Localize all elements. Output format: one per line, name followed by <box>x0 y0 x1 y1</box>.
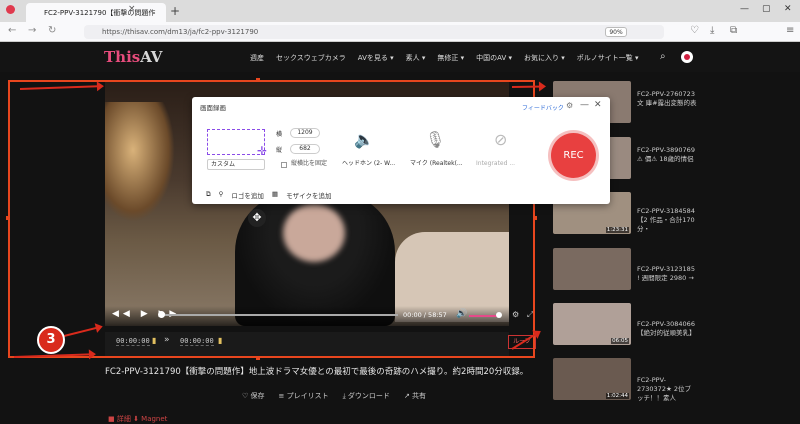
maximize-button[interactable]: ▢ <box>762 4 771 14</box>
sidebar-title[interactable]: FC2-PPV-3890769 ⚠ 價⚠ 18歳的情侶 <box>637 146 697 164</box>
add-logo-button[interactable]: ロゴを追加 <box>231 190 264 200</box>
aspect-lock-label: 縦横比を固定 <box>291 160 328 167</box>
resize-handle[interactable] <box>533 216 537 220</box>
share-button[interactable]: ↗ 共有 <box>404 391 426 401</box>
recorder-minimize-icon[interactable]: — <box>580 100 589 110</box>
download-icon[interactable]: ⤓ <box>710 25 714 36</box>
feedback-link[interactable]: フィードバック <box>522 103 564 112</box>
nav-item[interactable]: セックスウェブカメラ <box>276 53 346 63</box>
nav-item[interactable]: お気に入り ▾ <box>524 53 565 63</box>
move-handle-icon[interactable]: ✥ <box>248 209 266 227</box>
avatar[interactable] <box>681 51 693 63</box>
shield-icon[interactable]: ♡ <box>690 25 699 36</box>
duration-badge: 1:23:31 <box>605 227 629 233</box>
reload-icon[interactable]: ↻ <box>48 25 56 36</box>
resize-handle[interactable] <box>256 356 260 360</box>
save-button[interactable]: ♡ 保存 <box>242 391 265 401</box>
detail-tabs[interactable]: ■ 詳細 ⬇ Magnet <box>108 414 167 424</box>
mosaic-icon[interactable]: ▦ <box>272 190 278 200</box>
sidebar-title[interactable]: FC2-PPV-2760723 文 庫#露出変態的表 <box>637 90 697 108</box>
video-title: FC2-PPV-3121790【衝撃の問題作】地上波ドラマ女優との最初で最後の奇… <box>105 367 529 377</box>
download-button[interactable]: ⤓ ダウンロード <box>343 391 390 401</box>
camera-off-icon[interactable]: ⊘ <box>494 130 507 149</box>
sidebar-title[interactable]: FC2-PPV-3184584【2 作品・合計170分・ <box>637 207 697 234</box>
tab-title: FC2-PPV-3121790【衝撃の問題作 <box>44 8 156 17</box>
sidebar-title[interactable]: FC2-PPV-2730372★ 2位ブッチ！！素人 <box>637 376 697 403</box>
speaker-icon[interactable]: 🔈 <box>354 130 374 149</box>
zoom-indicator[interactable]: 90% <box>605 27 627 37</box>
sidebar-title[interactable]: FC2-PPV-3084066 【絶対的従順美乳】 <box>637 320 697 338</box>
crosshair-icon: ✛ <box>257 144 268 158</box>
nav-item[interactable]: 素人 ▾ <box>406 53 426 63</box>
callout-arrow <box>511 85 545 88</box>
sidebar-thumb[interactable] <box>553 248 631 290</box>
playlist-button[interactable]: ≡ プレイリスト <box>279 391 329 401</box>
menu-icon[interactable]: ≡ <box>786 25 794 36</box>
microphone-icon[interactable]: 🎙 <box>425 130 445 149</box>
video-actions: ♡ 保存 ≡ プレイリスト ⤓ ダウンロード ↗ 共有 <box>242 391 426 401</box>
resize-handle[interactable] <box>256 78 260 82</box>
main-nav: 週産 セックスウェブカメラ AVを見る ▾ 素人 ▾ 無修正 ▾ 中国のAV ▾… <box>250 53 639 63</box>
nav-item[interactable]: ポルノサイト一覧 ▾ <box>577 53 639 63</box>
sidebar-thumb[interactable]: 1:02:44 <box>553 358 631 400</box>
sidebar-thumb[interactable]: 06:05 <box>553 303 631 345</box>
logo-part-a: This <box>104 48 141 66</box>
aspect-lock-checkbox[interactable] <box>281 162 287 168</box>
extensions-icon[interactable]: ⧉ <box>730 25 737 36</box>
width-input[interactable]: 1209 <box>290 128 320 138</box>
nav-item[interactable]: 無修正 ▾ <box>437 53 464 63</box>
callout-number: 3 <box>37 326 65 354</box>
forward-icon[interactable]: → <box>28 25 36 36</box>
nav-item[interactable]: 中国のAV ▾ <box>476 53 512 63</box>
nav-item[interactable]: AVを見る ▾ <box>358 53 394 63</box>
sidebar-title[interactable]: FC2-PPV-3123185 ! 週間限定 2980 → <box>637 265 697 283</box>
duration-badge: 06:05 <box>611 338 629 344</box>
recorder-settings-icon[interactable]: ⚙ <box>566 101 573 110</box>
tab-favicon-icon <box>6 5 15 14</box>
recorder-close-icon[interactable]: ✕ <box>594 100 602 110</box>
logo-part-b: AV <box>140 48 163 66</box>
resize-handle[interactable] <box>6 216 10 220</box>
search-icon[interactable]: ⌕ <box>660 51 666 62</box>
microphone-select[interactable]: マイク (Realtek(... <box>410 158 463 170</box>
site-logo[interactable]: ThisAV <box>104 48 162 66</box>
url-input[interactable]: https://thisav.com/dm13/ja/fc2-ppv-31217… <box>84 25 664 39</box>
preset-select[interactable]: カスタム <box>207 159 265 170</box>
recorder-title: 画面録画 <box>200 104 226 112</box>
back-icon[interactable]: ← <box>8 25 16 36</box>
screenshot-icon[interactable]: ⧉ <box>206 190 211 200</box>
camera-select[interactable]: Integrated ... <box>476 158 515 170</box>
duration-badge: 1:02:44 <box>605 393 629 399</box>
new-tab-button[interactable]: + <box>170 4 180 18</box>
browser-tab[interactable]: FC2-PPV-3121790【衝撃の問題作 <box>26 3 166 22</box>
speaker-select[interactable]: ヘッドホン (2- W... <box>342 158 395 170</box>
height-input[interactable]: 682 <box>290 144 320 154</box>
close-window-button[interactable]: ✕ <box>784 4 792 14</box>
nav-item[interactable]: 週産 <box>250 53 264 63</box>
recorder-tools: ⧉ ⚲ ロゴを追加 ▦ モザイクを追加 <box>206 190 331 200</box>
record-button[interactable]: REC <box>551 133 596 178</box>
width-label: 横 <box>276 131 283 138</box>
tab-close-icon[interactable]: × <box>128 4 136 14</box>
logo-tool-icon[interactable]: ⚲ <box>219 190 224 200</box>
height-label: 縦 <box>276 147 283 154</box>
add-mosaic-button[interactable]: モザイクを追加 <box>286 190 331 200</box>
minimize-button[interactable]: — <box>740 4 749 14</box>
